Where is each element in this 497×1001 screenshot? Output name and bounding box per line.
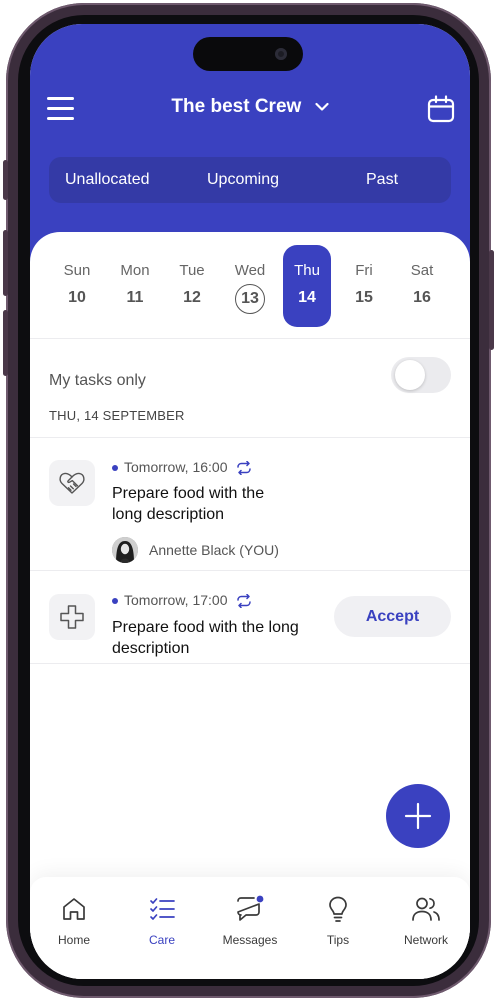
main-content: Sun 10 Mon 11 Tue 12 Wed 13 Thu 14 Fri 1…	[30, 232, 470, 979]
tab-label: Tips	[326, 933, 350, 947]
day-wed[interactable]: Wed 13	[226, 245, 274, 327]
add-task-button[interactable]	[386, 784, 450, 848]
tab-tips[interactable]: Tips	[298, 895, 378, 947]
chevron-down-icon	[314, 96, 329, 118]
day-date: 11	[126, 289, 144, 306]
segment-unallocated[interactable]: Unallocated	[65, 157, 150, 203]
day-name: Sun	[63, 262, 91, 279]
repeat-icon	[228, 459, 252, 476]
bottom-tab-bar: Home Care Messages Tips Network	[30, 877, 470, 979]
day-name: Fri	[355, 262, 373, 279]
home-icon	[63, 898, 85, 920]
toggle-knob	[395, 360, 425, 390]
day-name: Tue	[179, 262, 205, 279]
people-icon	[412, 897, 440, 921]
day-sat[interactable]: Sat 16	[398, 245, 446, 327]
lightbulb-icon	[329, 896, 347, 922]
side-button	[3, 160, 8, 200]
volume-down-button	[3, 310, 8, 376]
day-date: 14	[298, 289, 316, 306]
accept-button[interactable]: Accept	[334, 596, 451, 637]
day-date: 16	[413, 289, 431, 306]
avatar	[112, 537, 138, 563]
tab-label: Network	[403, 933, 448, 947]
crew-selector[interactable]: The best Crew	[30, 96, 470, 118]
medical-cross-icon	[49, 594, 95, 640]
divider	[30, 663, 470, 664]
day-name: Sat	[410, 262, 434, 279]
day-date: 15	[355, 289, 373, 306]
task-time: Tomorrow, 16:00	[112, 459, 252, 476]
day-name: Thu	[294, 262, 320, 279]
status-dot	[112, 465, 118, 472]
today-date: 13	[235, 284, 265, 314]
crew-title: The best Crew	[171, 96, 302, 118]
day-fri[interactable]: Fri 15	[340, 245, 388, 327]
day-date: 10	[68, 289, 86, 306]
day-tue[interactable]: Tue 12	[168, 245, 216, 327]
tab-home[interactable]: Home	[34, 895, 114, 947]
tab-label: Home	[57, 933, 90, 947]
checklist-icon	[150, 898, 175, 920]
task-time-text: Tomorrow, 17:00	[124, 592, 228, 608]
segment-upcoming[interactable]: Upcoming	[207, 157, 279, 203]
segment-past[interactable]: Past	[366, 157, 398, 203]
day-name: Mon	[120, 262, 150, 279]
app-screen: The best Crew Unallocated Upcoming Past …	[30, 24, 470, 979]
tab-label: Messages	[222, 933, 278, 947]
date-heading: THU, 14 SEPTEMBER	[49, 408, 185, 423]
task-filter-segmented-control: Unallocated Upcoming Past	[49, 157, 451, 203]
task-title: Prepare food with the long description	[112, 617, 299, 659]
tab-label: Care	[148, 933, 175, 947]
tab-care[interactable]: Care	[122, 895, 202, 947]
day-date: 12	[183, 289, 201, 306]
task-time: Tomorrow, 17:00	[112, 592, 252, 609]
day-thu-selected[interactable]: Thu 14	[283, 245, 331, 327]
day-mon[interactable]: Mon 11	[111, 245, 159, 327]
task-title-line: Prepare food with the	[112, 485, 265, 502]
repeat-icon	[228, 592, 252, 609]
camera-icon	[275, 48, 287, 60]
task-title-line: Prepare food with the long	[112, 619, 299, 636]
assignee-name: Annette Black (YOU)	[149, 542, 279, 558]
my-tasks-label: My tasks only	[49, 372, 146, 389]
tab-network[interactable]: Network	[386, 895, 466, 947]
volume-up-button	[3, 230, 8, 296]
day-sun[interactable]: Sun 10	[53, 245, 101, 327]
divider	[30, 570, 470, 571]
power-button	[489, 250, 494, 350]
task-title-line: long description	[112, 506, 225, 523]
plus-icon	[404, 802, 432, 830]
status-dot	[112, 598, 118, 605]
task-time-text: Tomorrow, 16:00	[124, 459, 228, 475]
task-title-line: description	[112, 640, 190, 657]
tab-messages[interactable]: Messages	[210, 895, 290, 947]
my-tasks-toggle[interactable]	[391, 357, 451, 393]
task-title: Prepare food with the long description	[112, 483, 264, 525]
divider	[30, 437, 470, 438]
divider	[30, 338, 470, 339]
calendar-icon[interactable]	[426, 94, 456, 124]
message-icon	[237, 895, 264, 921]
heart-handshake-icon	[49, 460, 95, 506]
dynamic-island	[193, 37, 303, 71]
day-name: Wed	[234, 262, 266, 279]
